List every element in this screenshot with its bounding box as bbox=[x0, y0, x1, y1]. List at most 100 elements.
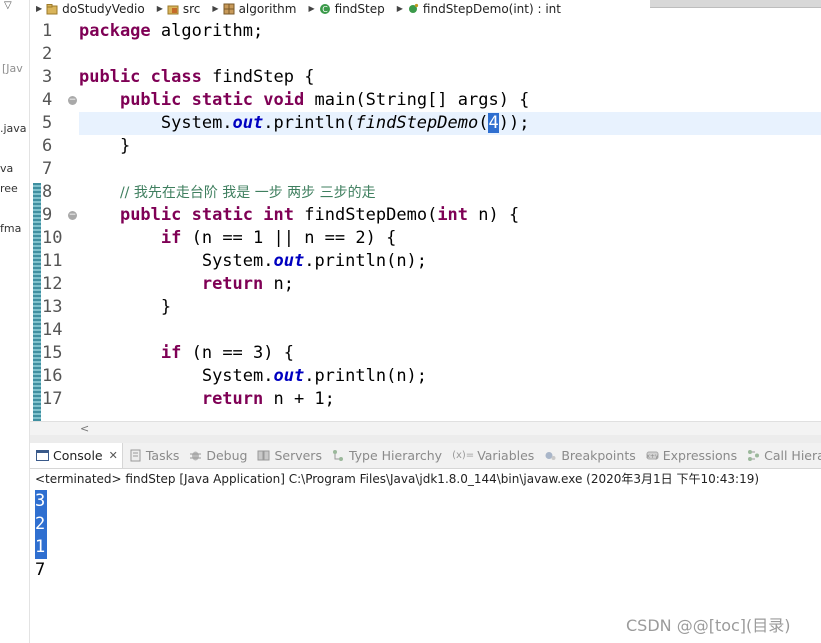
current-code-line: System.out.println(findStepDemo(4)); bbox=[79, 112, 821, 135]
line-number: 12 bbox=[42, 274, 63, 294]
selected-text: 4 bbox=[488, 113, 499, 133]
explorer-fragment-2[interactable]: .java bbox=[0, 122, 27, 135]
explorer-fragment-5[interactable]: fma bbox=[0, 222, 21, 235]
close-icon[interactable]: ✕ bbox=[109, 449, 118, 462]
tab-label: Debug bbox=[206, 448, 248, 463]
code-line: public class findStep { bbox=[79, 66, 821, 89]
line-number-gutter: 1 2 3 4 − 5 6 7 8 9 − 10 11 12 13 14 15 … bbox=[42, 17, 77, 421]
explorer-fragment-3[interactable]: va bbox=[0, 162, 13, 175]
keyword: public bbox=[119, 90, 182, 110]
type-hierarchy-icon bbox=[332, 450, 343, 461]
servers-icon bbox=[257, 450, 270, 461]
static-field: out bbox=[232, 113, 264, 133]
code-editor[interactable]: 1 2 3 4 − 5 6 7 8 9 − 10 11 12 13 14 15 … bbox=[30, 17, 821, 421]
fold-toggle-icon[interactable]: − bbox=[68, 96, 77, 105]
editor-horizontal-scrollbar[interactable]: < bbox=[30, 421, 821, 435]
code-text: } bbox=[160, 297, 172, 317]
code-line: package algorithm; bbox=[79, 20, 821, 43]
keyword: package bbox=[79, 21, 151, 41]
code-text: } bbox=[119, 136, 131, 156]
class-icon: C bbox=[319, 3, 330, 14]
project-icon bbox=[46, 3, 58, 14]
breadcrumb-item-class[interactable]: ▶ C findStep bbox=[302, 2, 390, 16]
svg-text:x+y: x+y bbox=[646, 453, 659, 460]
code-text: .println(n); bbox=[304, 366, 428, 386]
breadcrumb-item-project[interactable]: ▶ doStudyVedio bbox=[30, 2, 151, 16]
code-text: .println(n); bbox=[304, 251, 428, 271]
fold-toggle-icon[interactable]: − bbox=[68, 211, 77, 220]
console-output-line: 7 bbox=[35, 560, 46, 580]
breadcrumb-item-src[interactable]: ▶ src bbox=[151, 2, 207, 16]
window-edge bbox=[650, 0, 821, 8]
breadcrumb-item-method[interactable]: ▶ findStepDemo(int) : int bbox=[391, 2, 567, 16]
keyword: int bbox=[437, 205, 469, 225]
breadcrumb-label: algorithm bbox=[238, 1, 297, 16]
tab-call-hierarchy[interactable]: Call Hierarch bbox=[741, 443, 821, 468]
line-number: 6 bbox=[42, 136, 53, 156]
tab-label: Variables bbox=[477, 448, 535, 463]
keyword: public bbox=[79, 67, 141, 87]
line-number: 13 bbox=[42, 297, 63, 317]
chevron-right-icon: ▶ bbox=[36, 4, 43, 13]
tab-tasks[interactable]: Tasks bbox=[123, 443, 184, 468]
line-number: 14 bbox=[42, 320, 63, 340]
svg-text:C: C bbox=[322, 5, 328, 14]
expressions-icon: x+y bbox=[646, 451, 659, 460]
tab-servers[interactable]: Servers bbox=[251, 443, 326, 468]
tab-variables[interactable]: (x)= Variables bbox=[446, 443, 538, 468]
line-number: 16 bbox=[42, 366, 63, 386]
keyword: class bbox=[150, 67, 202, 87]
line-number: 1 bbox=[42, 21, 53, 41]
code-line: public static int findStepDemo(int n) { bbox=[79, 204, 821, 227]
tab-label: Type Hierarchy bbox=[348, 448, 443, 463]
tab-type-hierarchy[interactable]: Type Hierarchy bbox=[326, 443, 446, 468]
line-number: 5 bbox=[42, 113, 53, 133]
code-line: System.out.println(n); bbox=[79, 365, 821, 388]
method-icon bbox=[408, 3, 419, 13]
code-comment: // 我先在走台阶 我是 一步 两步 三步的走 bbox=[119, 185, 376, 201]
breadcrumb-item-package[interactable]: ▶ algorithm bbox=[206, 2, 302, 16]
tab-expressions[interactable]: x+y Expressions bbox=[640, 443, 741, 468]
code-text: n; bbox=[263, 274, 294, 294]
code-text: main(String[] args) { bbox=[304, 90, 530, 110]
console-icon bbox=[36, 450, 49, 461]
line-number: 11 bbox=[42, 251, 63, 271]
source-folder-icon bbox=[167, 5, 179, 14]
console-status: <terminated> findStep [Java Application]… bbox=[30, 469, 821, 489]
chevron-down-icon[interactable]: ▽ bbox=[4, 0, 12, 11]
tab-debug[interactable]: Debug bbox=[183, 443, 251, 468]
console-output-line: 2 bbox=[35, 513, 48, 536]
console-output-line: 1 bbox=[35, 536, 48, 559]
chevron-right-icon: ▶ bbox=[212, 4, 219, 13]
chevron-right-icon: ▶ bbox=[156, 4, 163, 13]
tab-console[interactable]: Console ✕ bbox=[30, 443, 123, 468]
keyword: if bbox=[160, 343, 182, 363]
code-text: n + 1; bbox=[263, 389, 335, 409]
line-number: 2 bbox=[42, 44, 53, 64]
line-number: 8 bbox=[42, 182, 53, 202]
package-explorer-fragment: ▽ [Jav .java va ree fma bbox=[0, 0, 30, 643]
explorer-fragment-1[interactable]: [Jav bbox=[2, 62, 23, 75]
chevron-right-icon: ▶ bbox=[308, 4, 315, 13]
breadcrumb-label: doStudyVedio bbox=[62, 1, 145, 16]
code-text: .println( bbox=[263, 113, 356, 133]
code-text: findStepDemo( bbox=[294, 205, 438, 225]
explorer-fragment-4[interactable]: ree bbox=[0, 182, 18, 195]
pane-divider[interactable] bbox=[30, 435, 821, 443]
tab-breakpoints[interactable]: Breakpoints bbox=[538, 443, 639, 468]
code-text: )); bbox=[498, 113, 530, 133]
breakpoints-icon bbox=[545, 452, 556, 460]
keyword: void bbox=[263, 90, 305, 110]
static-field: out bbox=[273, 366, 305, 386]
code-text: (n == 1 || n == 2) { bbox=[181, 228, 397, 248]
code-line: if (n == 3) { bbox=[79, 342, 821, 365]
scroll-left-icon[interactable]: < bbox=[80, 422, 89, 436]
call-hierarchy-icon bbox=[748, 450, 760, 461]
method-call: findStepDemo bbox=[355, 113, 479, 133]
code-line: // 我先在走台阶 我是 一步 两步 三步的走 bbox=[79, 181, 821, 204]
code-line: System.out.println(n); bbox=[79, 250, 821, 273]
keyword: return bbox=[201, 274, 264, 294]
keyword: static bbox=[191, 90, 254, 110]
code-area[interactable]: package algorithm; public class findStep… bbox=[79, 17, 821, 421]
line-number: 10 bbox=[42, 228, 63, 248]
